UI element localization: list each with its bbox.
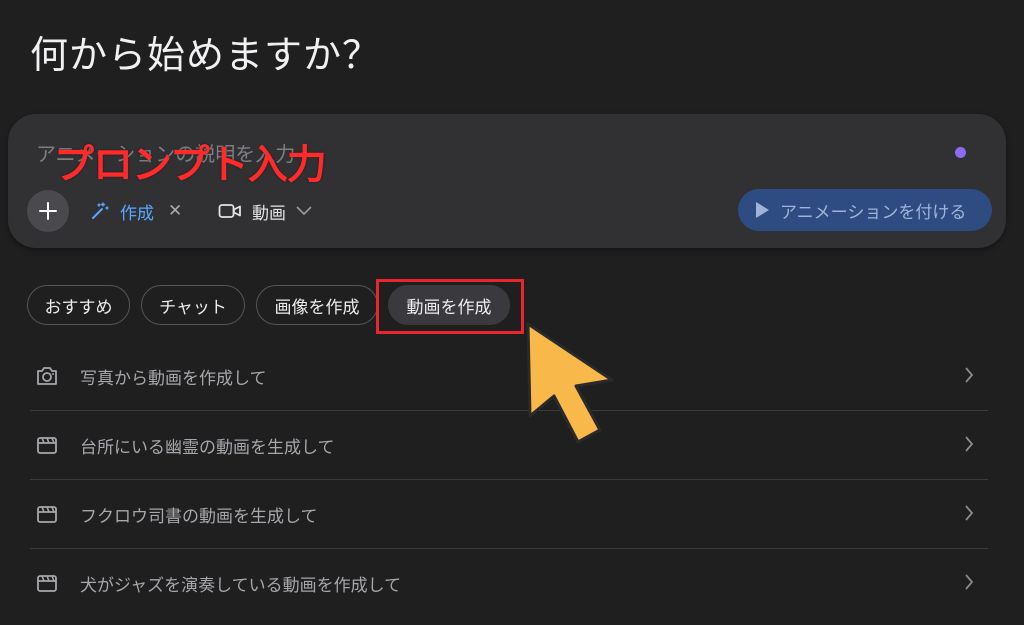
clapperboard-icon — [34, 570, 60, 596]
chevron-right-icon — [965, 367, 974, 383]
page-title: 何から始めますか？ — [30, 33, 382, 77]
annotation-arrow-icon — [526, 322, 614, 444]
create-chip[interactable]: 作成 ✕ — [90, 194, 182, 228]
list-item[interactable]: フクロウ司書の動画を生成して — [30, 480, 988, 549]
chevron-down-icon — [296, 206, 312, 216]
filter-recommended[interactable]: おすすめ — [27, 285, 130, 325]
create-chip-label: 作成 — [120, 203, 154, 224]
annotation-highlight-box — [376, 279, 524, 334]
camera-icon — [34, 363, 60, 389]
plus-icon — [39, 202, 57, 220]
suggestion-list: 写真から動画を作成して 台所にいる幽霊の動画を生成して フクロウ司書の動画を生成… — [30, 342, 988, 617]
close-icon[interactable]: ✕ — [168, 201, 182, 221]
list-item[interactable]: 台所にいる幽霊の動画を生成して — [30, 411, 988, 480]
play-icon — [756, 202, 769, 218]
list-item[interactable]: 犬がジャズを演奏している動画を作成して — [30, 549, 988, 617]
annotation-label: プロンプト入力 — [54, 142, 327, 188]
list-item-text: 写真から動画を作成して — [80, 368, 267, 389]
media-type-dropdown[interactable]: 動画 — [218, 194, 312, 228]
filter-create-image[interactable]: 画像を作成 — [256, 285, 378, 325]
chevron-right-icon — [965, 436, 974, 452]
clapperboard-icon — [34, 501, 60, 527]
list-item[interactable]: 写真から動画を作成して — [30, 342, 988, 411]
media-type-label: 動画 — [252, 203, 286, 224]
magic-wand-icon — [92, 202, 109, 219]
filter-chat[interactable]: チャット — [141, 285, 245, 325]
clapperboard-icon — [34, 432, 60, 458]
video-camera-icon — [218, 204, 241, 218]
list-item-text: フクロウ司書の動画を生成して — [80, 506, 318, 527]
animate-button[interactable]: アニメーションを付ける — [738, 189, 992, 231]
list-item-text: 台所にいる幽霊の動画を生成して — [80, 437, 335, 458]
prompt-card: アニメーションの説明を入力 プロンプト入力 作成 ✕ 動画 アニメーションを付け… — [8, 114, 1006, 248]
chevron-right-icon — [965, 574, 974, 590]
animate-button-label: アニメーションを付ける — [780, 202, 967, 223]
list-item-text: 犬がジャズを演奏している動画を作成して — [80, 575, 402, 596]
chevron-right-icon — [965, 505, 974, 521]
add-button[interactable] — [27, 190, 69, 232]
status-dot — [955, 147, 966, 158]
